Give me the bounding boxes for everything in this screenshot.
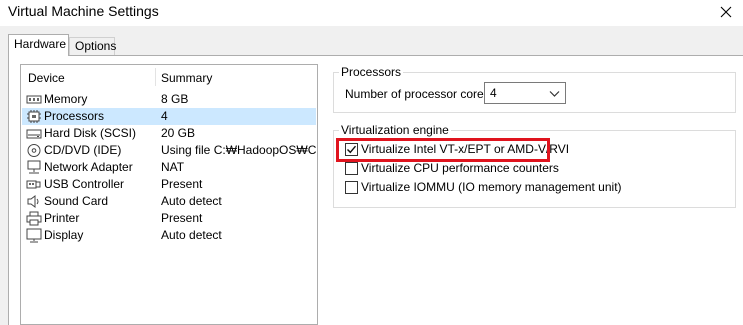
- device-name: Hard Disk (SCSI): [44, 126, 137, 140]
- processor-icon: [26, 109, 42, 124]
- summary-column-header[interactable]: Summary: [161, 71, 212, 85]
- chevron-down-icon: [549, 91, 560, 97]
- device-name: Printer: [44, 211, 80, 225]
- processor-cores-label: Number of processor cores:: [345, 87, 494, 101]
- processor-cores-value: 4: [490, 86, 497, 100]
- virtualization-group-label: Virtualization engine: [339, 123, 451, 137]
- printer-icon: [26, 211, 42, 226]
- device-name: Display: [44, 228, 84, 242]
- display-icon: [26, 228, 42, 243]
- device-name: Sound Card: [44, 194, 109, 208]
- memory-icon: [26, 92, 42, 107]
- device-name: Memory: [44, 92, 88, 106]
- device-summary: 20 GB: [161, 126, 196, 140]
- device-summary: Present: [161, 177, 203, 191]
- device-row-network-adapter[interactable]: Network Adapter NAT: [22, 159, 316, 176]
- device-row-sound-card[interactable]: Sound Card Auto detect: [22, 193, 316, 210]
- device-name: USB Controller: [44, 177, 125, 191]
- window-title: Virtual Machine Settings: [8, 3, 159, 19]
- tab-hardware[interactable]: Hardware: [8, 34, 69, 56]
- processors-group-label: Processors: [339, 65, 404, 79]
- network-adapter-icon: [26, 160, 42, 175]
- virtualize-perf-counters-checkbox[interactable]: [345, 162, 358, 175]
- device-name: Network Adapter: [44, 160, 133, 174]
- device-summary: Present: [161, 211, 203, 225]
- device-row-printer[interactable]: Printer Present: [22, 210, 316, 227]
- device-name: Processors: [44, 109, 105, 123]
- device-row-display[interactable]: Display Auto detect: [22, 227, 316, 244]
- processor-cores-select[interactable]: 4: [484, 82, 566, 104]
- tab-options[interactable]: Options: [69, 37, 116, 55]
- virtualize-perf-counters-label: Virtualize CPU performance counters: [361, 161, 559, 175]
- close-icon: [720, 6, 732, 18]
- device-summary: Auto detect: [161, 194, 222, 208]
- usb-icon: [26, 177, 42, 192]
- virtualize-iommu-label: Virtualize IOMMU (IO memory management u…: [361, 180, 622, 194]
- device-name: CD/DVD (IDE): [44, 143, 122, 157]
- virtualize-iommu-checkbox[interactable]: [345, 181, 358, 194]
- device-summary: Auto detect: [161, 228, 222, 242]
- title-bar: Virtual Machine Settings: [0, 0, 743, 26]
- device-summary: Using file C:₩HadoopOS₩C...: [161, 143, 316, 157]
- device-summary: NAT: [161, 160, 185, 174]
- close-button[interactable]: [715, 1, 737, 23]
- device-summary: 8 GB: [161, 92, 189, 106]
- speaker-icon: [26, 194, 42, 209]
- hard-disk-icon: [26, 126, 42, 141]
- device-row-usb-controller[interactable]: USB Controller Present: [22, 176, 316, 193]
- cd-dvd-icon: [26, 143, 42, 158]
- device-row-cd-dvd[interactable]: CD/DVD (IDE) Using file C:₩HadoopOS₩C...: [22, 142, 316, 159]
- device-row-memory[interactable]: Memory 8 GB: [22, 91, 316, 108]
- device-row-processors[interactable]: Processors 4: [22, 108, 316, 125]
- column-divider: [155, 68, 156, 86]
- device-summary: 4: [161, 109, 168, 123]
- highlight-annotation: [336, 138, 550, 162]
- device-column-header[interactable]: Device: [28, 71, 65, 85]
- device-row-hard-disk[interactable]: Hard Disk (SCSI) 20 GB: [22, 125, 316, 142]
